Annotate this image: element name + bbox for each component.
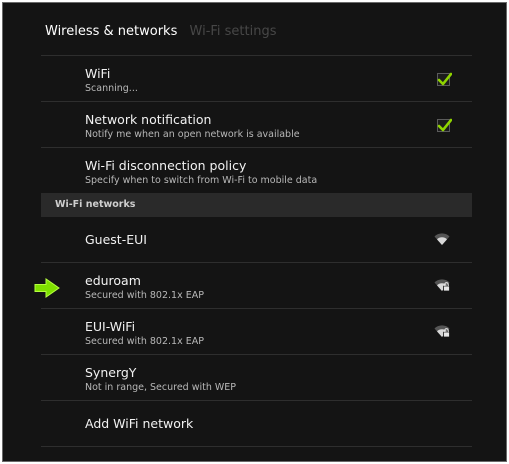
setting-wifi-status: Scanning... — [85, 83, 138, 94]
setting-disconnection-policy-summary: Specify when to switch from Wi-Fi to mob… — [85, 175, 318, 186]
pointer-arrow-icon — [34, 278, 60, 298]
breadcrumb-wifi-settings: Wi-Fi settings — [189, 24, 277, 39]
divider — [41, 446, 472, 447]
network-status: Not in range, Secured with WEP — [85, 382, 237, 393]
wifi-networks-header: Wi-Fi networks — [41, 193, 472, 217]
setting-network-notification[interactable]: Network notification Notify me when an o… — [41, 102, 472, 147]
setting-wifi-title: WiFi — [85, 66, 111, 81]
wifi-signal-icon — [434, 233, 450, 245]
setting-network-notification-summary: Notify me when an open network is availa… — [85, 129, 300, 140]
add-wifi-network[interactable]: Add WiFi network — [41, 401, 472, 446]
wifi-secured-icon — [434, 279, 450, 292]
network-guest-eui[interactable]: Guest-EUI — [41, 217, 472, 262]
setting-disconnection-policy-title: Wi-Fi disconnection policy — [85, 158, 247, 173]
network-eduroam[interactable]: eduroam Secured with 802.1x EAP — [41, 263, 472, 308]
network-name: EUI-WiFi — [85, 319, 136, 334]
setting-disconnection-policy[interactable]: Wi-Fi disconnection policy Specify when … — [41, 148, 472, 193]
setting-wifi[interactable]: WiFi Scanning... — [41, 56, 472, 101]
settings-window: Wireless & networks Wi-Fi settings WiFi … — [2, 2, 507, 462]
network-eui-wifi[interactable]: EUI-WiFi Secured with 802.1x EAP — [41, 309, 472, 354]
network-notification-checkbox[interactable] — [437, 118, 452, 132]
checkmark-icon — [437, 118, 452, 132]
add-wifi-network-label: Add WiFi network — [85, 415, 194, 431]
breadcrumb-wireless-networks[interactable]: Wireless & networks — [45, 24, 177, 39]
wifi-checkbox[interactable] — [437, 72, 452, 86]
network-synergy[interactable]: SynergY Not in range, Secured with WEP — [41, 355, 472, 400]
network-status: Secured with 802.1x EAP — [85, 336, 204, 347]
wifi-secured-icon — [434, 325, 450, 338]
network-status: Secured with 802.1x EAP — [85, 290, 204, 301]
setting-network-notification-title: Network notification — [85, 112, 212, 127]
breadcrumb: Wireless & networks Wi-Fi settings — [45, 24, 277, 39]
network-name: Guest-EUI — [85, 231, 147, 247]
checkmark-icon — [437, 72, 452, 86]
network-name: SynergY — [85, 365, 137, 380]
settings-list: WiFi Scanning... Network notification No… — [41, 55, 472, 447]
network-name: eduroam — [85, 273, 141, 288]
